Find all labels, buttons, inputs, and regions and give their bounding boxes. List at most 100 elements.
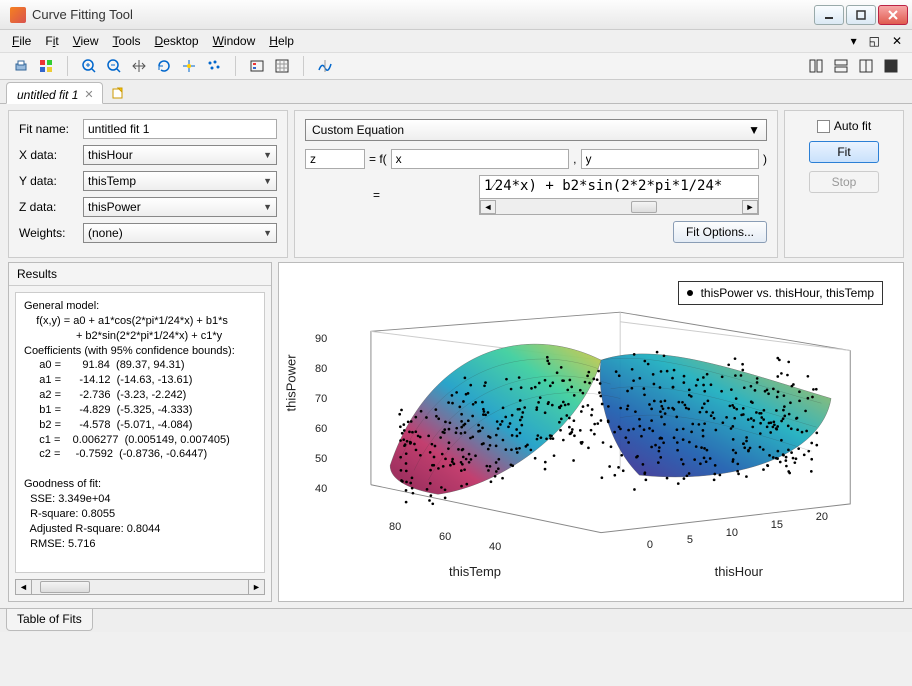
scroll-thumb[interactable] <box>40 581 90 593</box>
scroll-left-icon[interactable]: ◄ <box>480 200 496 214</box>
fit-button[interactable]: Fit <box>809 141 879 163</box>
menu-file[interactable]: File <box>6 32 37 50</box>
scroll-left-icon[interactable]: ◄ <box>16 580 32 594</box>
x-data-value: thisHour <box>88 148 133 162</box>
stop-button[interactable]: Stop <box>809 171 879 193</box>
rotate-icon[interactable] <box>153 55 175 77</box>
table-of-fits-tab[interactable]: Table of Fits <box>6 609 93 631</box>
scroll-thumb[interactable] <box>631 201 657 213</box>
results-panel: Results General model: f(x,y) = a0 + a1*… <box>8 262 272 602</box>
layout1-icon[interactable] <box>805 55 827 77</box>
close-button[interactable] <box>878 5 908 25</box>
residuals-icon[interactable] <box>314 55 336 77</box>
menu-window[interactable]: Window <box>207 32 262 50</box>
auto-fit-checkbox[interactable]: Auto fit <box>817 119 871 133</box>
x-data-combo[interactable]: thisHour ▼ <box>83 145 277 165</box>
legend-text: thisPower vs. thisHour, thisTemp <box>701 286 874 300</box>
weights-value: (none) <box>88 226 123 240</box>
equation-body-input[interactable]: 1⁄24*x) + b2*sin(2*2*pi*1/24* <box>479 175 759 199</box>
results-hscrollbar[interactable]: ◄ ► <box>15 579 265 595</box>
z-axis-label: thisPower <box>284 355 299 412</box>
equation-hscrollbar[interactable]: ◄ ► <box>479 199 759 215</box>
app-icon <box>10 7 26 23</box>
doc-tab-untitled[interactable]: untitled fit 1 ✕ <box>6 82 103 104</box>
axes-3d[interactable]: 40 50 60 70 80 90 0 5 10 15 20 80 60 40 … <box>319 293 883 571</box>
grid-icon[interactable] <box>271 55 293 77</box>
toolbar <box>0 52 912 80</box>
x-tick: 20 <box>816 511 828 523</box>
z-tick: 60 <box>315 423 327 435</box>
fit-name-label: Fit name: <box>19 122 77 136</box>
z-tick: 50 <box>315 453 327 465</box>
z-tick: 70 <box>315 393 327 405</box>
z-data-label: Z data: <box>19 200 77 214</box>
chevron-down-icon: ▼ <box>263 176 272 186</box>
chevron-down-icon: ▼ <box>748 123 760 137</box>
maximize-button[interactable] <box>846 5 876 25</box>
menu-help[interactable]: Help <box>263 32 300 50</box>
results-header: Results <box>9 263 271 286</box>
equation-y-input[interactable] <box>581 149 760 169</box>
mdi-restore-icon[interactable]: ◱ <box>865 34 884 48</box>
equation-rhs-prefix: = <box>373 188 380 202</box>
legend-icon[interactable] <box>246 55 268 77</box>
fit-control-panel: Auto fit Fit Stop <box>784 110 904 258</box>
layout3-icon[interactable] <box>855 55 877 77</box>
chevron-down-icon: ▼ <box>263 202 272 212</box>
y-tick: 80 <box>389 521 401 533</box>
z-data-combo[interactable]: thisPower ▼ <box>83 197 277 217</box>
equation-rparen: ) <box>763 152 767 166</box>
x-axis-label: thisHour <box>715 564 763 579</box>
bottom-tab-bar: Table of Fits <box>0 608 912 632</box>
surface-plot <box>319 293 883 571</box>
plot-panel[interactable]: thisPower vs. thisHour, thisTemp <box>278 262 904 602</box>
mdi-close-icon[interactable]: ✕ <box>888 34 906 48</box>
x-tick: 0 <box>647 539 653 551</box>
x-tick: 15 <box>771 519 783 531</box>
equation-panel: Custom Equation ▼ = f( , ) = 1⁄24*x) + b… <box>294 110 778 258</box>
scroll-right-icon[interactable]: ► <box>248 580 264 594</box>
new-tab-button[interactable] <box>107 83 129 103</box>
y-data-value: thisTemp <box>88 174 136 188</box>
menu-view[interactable]: View <box>67 32 105 50</box>
layout2-icon[interactable] <box>830 55 852 77</box>
fit-type-combo[interactable]: Custom Equation ▼ <box>305 119 767 141</box>
y-tick: 60 <box>439 531 451 543</box>
minimize-button[interactable] <box>814 5 844 25</box>
zoom-out-icon[interactable] <box>103 55 125 77</box>
pan-icon[interactable] <box>128 55 150 77</box>
window-titlebar: Curve Fitting Tool <box>0 0 912 30</box>
equation-x-input[interactable] <box>391 149 570 169</box>
document-tabs: untitled fit 1 ✕ <box>0 80 912 104</box>
weights-combo[interactable]: (none)▼ <box>83 223 277 243</box>
print-icon[interactable] <box>10 55 32 77</box>
brush-icon[interactable] <box>203 55 225 77</box>
chevron-down-icon: ▼ <box>263 150 272 160</box>
mdi-minimize-icon[interactable]: ▾ <box>847 34 861 48</box>
fit-name-input[interactable] <box>83 119 277 139</box>
legend-marker-icon <box>687 290 693 296</box>
z-data-value: thisPower <box>88 200 141 214</box>
z-tick: 90 <box>315 333 327 345</box>
menu-tools[interactable]: Tools <box>107 32 147 50</box>
equation-lhs-input[interactable] <box>305 149 365 169</box>
fit-type-value: Custom Equation <box>312 123 404 137</box>
layout4-icon[interactable] <box>880 55 902 77</box>
fit-options-button[interactable]: Fit Options... <box>673 221 767 243</box>
zoom-in-icon[interactable] <box>78 55 100 77</box>
y-data-combo[interactable]: thisTemp ▼ <box>83 171 277 191</box>
x-tick: 5 <box>687 534 693 546</box>
auto-fit-label: Auto fit <box>834 119 871 133</box>
z-tick: 80 <box>315 363 327 375</box>
scroll-right-icon[interactable]: ► <box>742 200 758 214</box>
menu-fit[interactable]: Fit <box>39 32 64 50</box>
close-tab-icon[interactable]: ✕ <box>84 88 93 101</box>
weights-label: Weights: <box>19 226 77 240</box>
palette-icon[interactable] <box>35 55 57 77</box>
menu-desktop[interactable]: Desktop <box>149 32 205 50</box>
data-cursor-icon[interactable] <box>178 55 200 77</box>
y-axis-label: thisTemp <box>449 564 501 579</box>
x-data-label: X data: <box>19 148 77 162</box>
plot-legend[interactable]: thisPower vs. thisHour, thisTemp <box>678 281 883 305</box>
checkbox-icon <box>817 120 830 133</box>
